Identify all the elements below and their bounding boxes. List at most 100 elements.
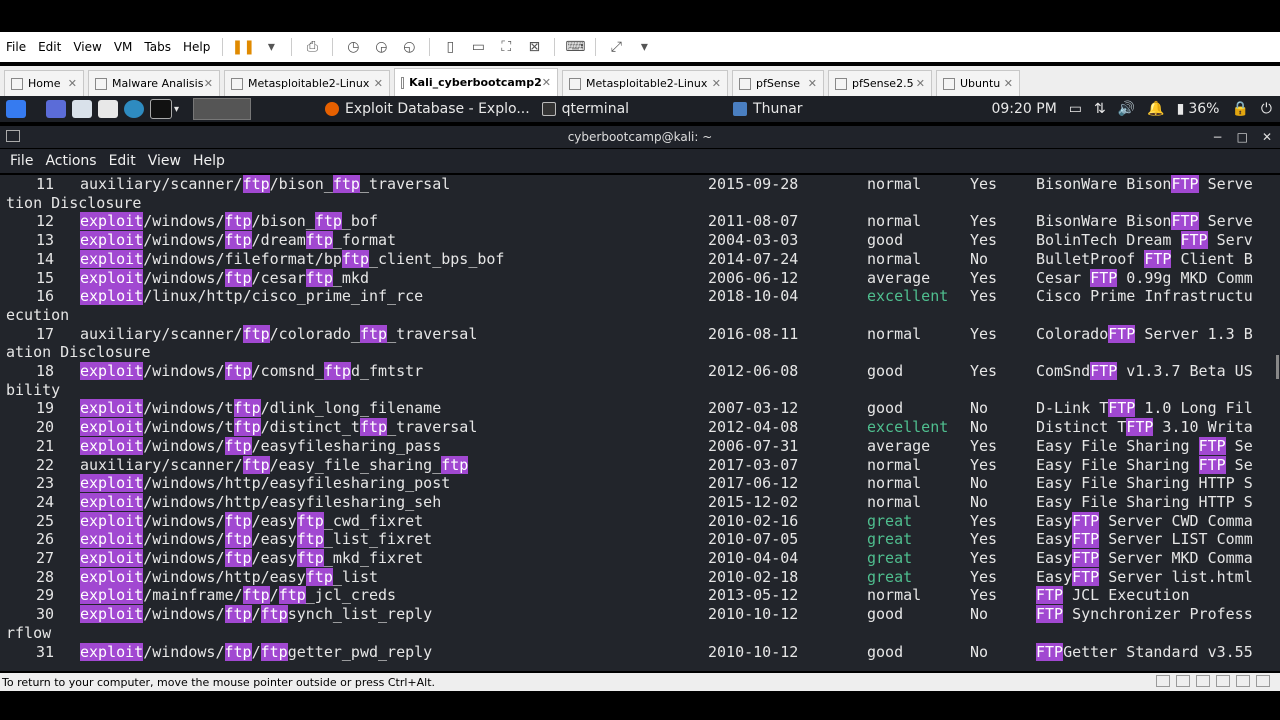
tab-label: Metasploitable2-Linux bbox=[248, 77, 370, 90]
close-icon[interactable]: ✕ bbox=[204, 77, 213, 90]
vm-tab-pfsense25[interactable]: pfSense2.5 ✕ bbox=[828, 70, 932, 96]
module-description: ColoradoFTP Server 1.3 B bbox=[1036, 324, 1253, 344]
task-label: Thunar bbox=[753, 101, 803, 117]
revert-snapshot-icon[interactable]: ◶ bbox=[372, 38, 390, 56]
show-library-icon[interactable]: ▯ bbox=[441, 38, 459, 56]
battery-icon[interactable]: ▮ bbox=[1177, 101, 1185, 117]
vm-tab-metasploitable2[interactable]: Metasploitable2-Linux ✕ bbox=[224, 70, 390, 96]
path-segment: / bbox=[269, 586, 279, 605]
chevron-down-icon[interactable]: ▾ bbox=[635, 38, 653, 56]
toolbar-separator bbox=[222, 38, 224, 56]
module-row: 31 exploit/windows/ftp/ftpgetter_pwd_repl… bbox=[0, 642, 1274, 662]
menu-vm[interactable]: VM bbox=[108, 40, 139, 54]
menu-help[interactable]: Help bbox=[177, 40, 216, 54]
check-support: No bbox=[970, 249, 989, 268]
check-support: Yes bbox=[970, 268, 998, 287]
search-match-highlight: ftp bbox=[224, 605, 252, 624]
web-browser-icon[interactable] bbox=[124, 100, 144, 118]
close-icon[interactable]: ✕ bbox=[1004, 77, 1013, 90]
close-icon[interactable]: ✕ bbox=[374, 77, 383, 90]
terminal-output[interactable]: 11 auxiliary/scanner/ftp/bison_ftp_traver… bbox=[0, 175, 1274, 671]
close-icon[interactable]: ✕ bbox=[542, 76, 551, 89]
module-row: 13 exploit/windows/ftp/dreamftp_format 200… bbox=[0, 231, 1274, 250]
pause-icon[interactable]: ❚❚ bbox=[232, 38, 255, 56]
home-icon bbox=[11, 77, 23, 90]
terminal-scrollbar[interactable] bbox=[1274, 175, 1280, 671]
close-icon[interactable]: ✕ bbox=[712, 77, 721, 90]
cd-drive-icon[interactable] bbox=[1176, 675, 1190, 687]
close-icon[interactable]: ✕ bbox=[916, 77, 925, 90]
lock-icon[interactable]: 🔒 bbox=[1231, 101, 1248, 117]
menu-edit[interactable]: Edit bbox=[32, 40, 67, 54]
task-exploit-database[interactable]: Exploit Database - Explo... bbox=[325, 96, 530, 122]
path-segment: _list bbox=[332, 567, 379, 586]
vm-tab-pfsense[interactable]: pfSense ✕ bbox=[732, 70, 824, 96]
minimize-icon[interactable]: − bbox=[1213, 130, 1223, 144]
module-description: Distinct TFTP 3.10 Writa bbox=[1036, 418, 1253, 437]
console-view-icon[interactable]: ⌨ bbox=[565, 38, 585, 56]
module-rank: great bbox=[867, 549, 913, 567]
snapshot-manager-icon[interactable]: ◵ bbox=[400, 38, 418, 56]
vm-tab-ubuntu[interactable]: Ubuntu ✕ bbox=[936, 70, 1020, 96]
terminal-menu-help[interactable]: Help bbox=[187, 153, 231, 169]
vm-tab-metasploitable2-b[interactable]: Metasploitable2-Linux ✕ bbox=[562, 70, 728, 96]
terminal-menu-view[interactable]: View bbox=[142, 153, 187, 169]
close-icon[interactable]: ✕ bbox=[68, 77, 77, 90]
send-ctrl-alt-del-icon[interactable]: ⎙ bbox=[303, 38, 321, 56]
workspace-switcher[interactable] bbox=[193, 98, 252, 120]
module-path: auxiliary/scanner/ftp/colorado_ftp_trave… bbox=[80, 324, 477, 344]
stretch-guest-icon[interactable]: ⤢ bbox=[607, 38, 625, 56]
file-manager-icon[interactable] bbox=[72, 100, 92, 118]
terminal-icon[interactable] bbox=[150, 99, 172, 119]
full-screen-icon[interactable]: ⛶ bbox=[497, 38, 515, 56]
text-editor-icon[interactable] bbox=[98, 100, 118, 118]
module-rank: average bbox=[867, 436, 931, 455]
message-icon[interactable] bbox=[1256, 675, 1270, 687]
task-thunar[interactable]: Thunar bbox=[733, 96, 803, 122]
search-match-highlight: exploit bbox=[80, 530, 144, 549]
module-index: 14 bbox=[35, 249, 54, 268]
menu-file[interactable]: File bbox=[0, 40, 32, 54]
chevron-down-icon[interactable]: ▾ bbox=[174, 104, 179, 115]
module-row: 20 exploit/windows/tftp/distinct_tftp_tra… bbox=[0, 418, 1274, 437]
menu-view[interactable]: View bbox=[67, 40, 107, 54]
module-rank: normal bbox=[867, 212, 922, 231]
snapshot-icon[interactable]: ◷ bbox=[344, 38, 362, 56]
show-desktop-icon[interactable] bbox=[46, 100, 66, 118]
module-description: Easy File Sharing FTP Se bbox=[1036, 436, 1253, 456]
chevron-down-icon[interactable]: ▾ bbox=[262, 38, 280, 56]
unity-icon[interactable]: ⊠ bbox=[525, 38, 543, 56]
close-icon[interactable]: ✕ bbox=[1262, 130, 1272, 144]
terminal-menu-file[interactable]: File bbox=[4, 153, 39, 169]
hard-disk-icon[interactable] bbox=[1156, 675, 1170, 687]
description-segment: ComSnd bbox=[1036, 362, 1091, 380]
search-match-highlight: exploit bbox=[80, 418, 144, 437]
display-icon[interactable]: ▭ bbox=[1069, 101, 1082, 117]
notification-bell-icon[interactable]: 🔔 bbox=[1147, 101, 1164, 117]
search-match-highlight: exploit bbox=[80, 287, 144, 306]
network-adapter-icon[interactable] bbox=[1196, 675, 1210, 687]
kali-menu-icon[interactable] bbox=[6, 100, 26, 118]
description-segment: Server CWD Comma bbox=[1099, 511, 1253, 530]
terminal-menu-edit[interactable]: Edit bbox=[103, 153, 142, 169]
power-icon[interactable]: ⏻ bbox=[1261, 101, 1272, 117]
vm-tab-home[interactable]: Home ✕ bbox=[4, 70, 84, 96]
usb-icon[interactable] bbox=[1216, 675, 1230, 687]
description-segment: Server list.html bbox=[1099, 567, 1253, 586]
volume-icon[interactable]: 🔊 bbox=[1118, 101, 1135, 117]
vm-tab-kali-cyberbootcamp2[interactable]: Kali_cyberbootcamp2 ✕ bbox=[394, 68, 558, 96]
menu-tabs[interactable]: Tabs bbox=[138, 40, 177, 54]
network-icon[interactable]: ⇅ bbox=[1094, 101, 1106, 117]
module-rank: normal bbox=[867, 249, 922, 268]
vm-tab-malware-analisis[interactable]: Malware Analisis ✕ bbox=[88, 70, 220, 96]
path-segment: _cwd_fixret bbox=[323, 511, 424, 530]
thumbnail-bar-icon[interactable]: ▭ bbox=[469, 38, 487, 56]
clock[interactable]: 09:20 PM bbox=[991, 101, 1056, 117]
maximize-icon[interactable]: □ bbox=[1237, 130, 1248, 144]
scrollbar-thumb[interactable] bbox=[1276, 355, 1279, 379]
search-match-highlight: ftp bbox=[296, 549, 324, 567]
task-qterminal[interactable]: qterminal bbox=[541, 96, 629, 122]
terminal-menu-actions[interactable]: Actions bbox=[39, 153, 102, 169]
sound-icon[interactable] bbox=[1236, 675, 1250, 687]
close-icon[interactable]: ✕ bbox=[808, 77, 817, 90]
